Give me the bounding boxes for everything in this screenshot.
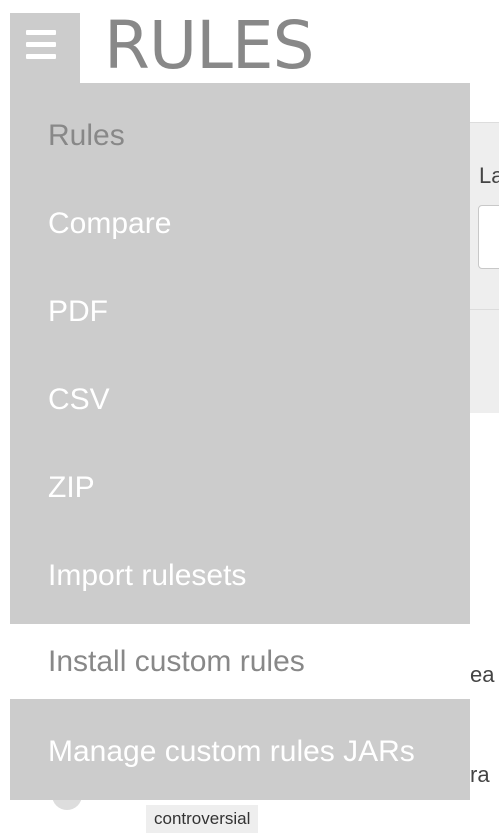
settings-panel: La xyxy=(465,122,499,413)
menu-item-zip[interactable]: ZIP xyxy=(10,450,470,525)
menu-item-install-custom-rules[interactable]: Install custom rules xyxy=(10,624,470,699)
menu-item-import-rulesets[interactable]: Import rulesets xyxy=(10,538,470,613)
menu-item-manage-custom-rules-jars[interactable]: Manage custom rules JARs xyxy=(10,714,470,789)
divider xyxy=(465,309,499,310)
menu-item-pdf[interactable]: PDF xyxy=(10,274,470,349)
menu-item-csv[interactable]: CSV xyxy=(10,362,470,437)
hamburger-menu-icon-bar xyxy=(26,42,56,47)
navigation-menu: Rules Compare PDF CSV ZIP Import ruleset… xyxy=(10,83,470,800)
field-label: La xyxy=(479,163,499,188)
tag-badge: controversial xyxy=(146,805,259,833)
rule-text-fragment: ea xyxy=(470,662,495,687)
hamburger-menu-icon xyxy=(26,30,56,35)
text-input[interactable] xyxy=(478,205,499,269)
menu-toggle-button[interactable] xyxy=(10,13,80,83)
page-title: RULES xyxy=(104,7,315,84)
hamburger-menu-icon-bar xyxy=(26,54,56,59)
menu-item-compare[interactable]: Compare xyxy=(10,186,470,261)
rule-text-fragment: ra xyxy=(470,762,490,787)
menu-item-rules[interactable]: Rules xyxy=(10,98,470,173)
